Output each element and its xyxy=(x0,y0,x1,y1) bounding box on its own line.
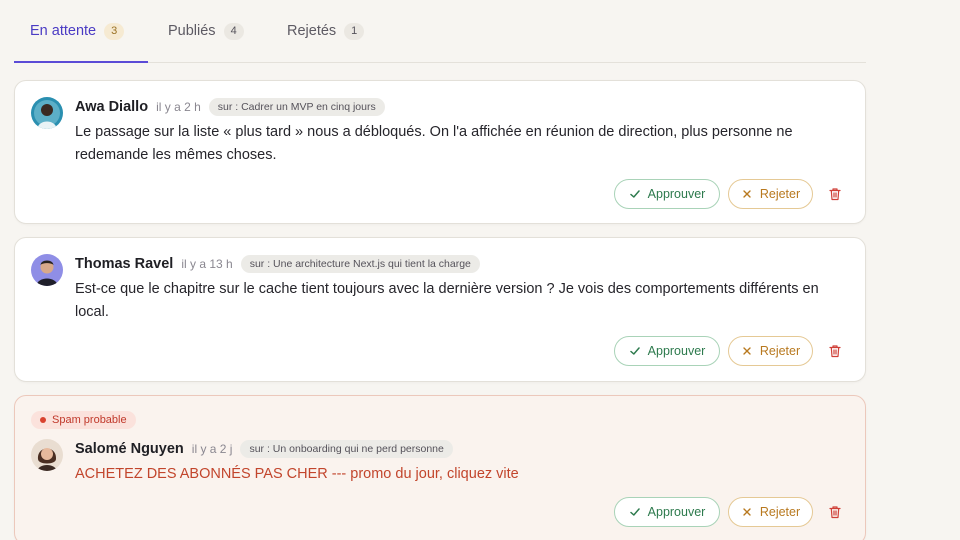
tab-published[interactable]: Publiés 4 xyxy=(148,0,268,62)
comment-text: ACHETEZ DES ABONNÉS PAS CHER --- promo d… xyxy=(75,466,519,482)
delete-button[interactable] xyxy=(821,337,849,365)
timestamp: il y a 2 j xyxy=(191,442,233,456)
x-icon xyxy=(743,508,751,516)
trash-icon xyxy=(829,188,841,201)
avatar xyxy=(31,97,63,129)
x-icon xyxy=(743,190,751,198)
timestamp: il y a 2 h xyxy=(156,100,201,114)
comment-card-spam: Spam probable Salomé Nguyen il y a 2 j s… xyxy=(14,395,866,540)
spam-badge: Spam probable xyxy=(31,411,136,429)
post-reference-chip[interactable]: sur : Cadrer un MVP en cinq jours xyxy=(208,98,385,116)
check-icon xyxy=(629,508,640,516)
author-name: Salomé Nguyen xyxy=(75,441,184,457)
spam-badge-label: Spam probable xyxy=(52,414,127,426)
status-dot xyxy=(40,417,46,423)
author-name: Awa Diallo xyxy=(75,99,149,115)
author-name: Thomas Ravel xyxy=(75,256,174,272)
tab-count-badge: 4 xyxy=(223,22,244,40)
comment-card: Awa Diallo il y a 2 h sur : Cadrer un MV… xyxy=(14,80,866,224)
approve-button[interactable]: Approuver xyxy=(614,497,720,527)
tab-count-badge: 3 xyxy=(104,22,125,40)
trash-icon xyxy=(829,506,841,519)
approve-button[interactable]: Approuver xyxy=(614,336,720,366)
comment-text: Est-ce que le chapitre sur le cache tien… xyxy=(75,281,819,320)
approve-label: Approuver xyxy=(647,344,706,358)
comment-meta: Awa Diallo il y a 2 h sur : Cadrer un MV… xyxy=(75,98,385,116)
post-reference-chip[interactable]: sur : Un onboarding qui ne perd personne xyxy=(240,440,453,458)
tab-label: En attente xyxy=(30,23,97,39)
approve-label: Approuver xyxy=(647,187,706,201)
tab-label: Publiés xyxy=(168,23,216,39)
approve-label: Approuver xyxy=(647,505,706,519)
comment-actions: Approuver Rejeter xyxy=(614,179,849,209)
tab-bar: En attente 3 Publiés 4 Rejetés 1 xyxy=(14,0,866,63)
check-icon xyxy=(629,347,640,355)
tab-pending[interactable]: En attente 3 xyxy=(14,0,148,63)
comment-text: Le passage sur la liste « plus tard » no… xyxy=(75,124,793,163)
trash-icon xyxy=(829,345,841,358)
reject-button[interactable]: Rejeter xyxy=(728,179,813,209)
approve-button[interactable]: Approuver xyxy=(614,179,720,209)
reject-label: Rejeter xyxy=(759,344,801,358)
tab-label: Rejetés xyxy=(287,23,337,39)
reject-button[interactable]: Rejeter xyxy=(728,336,813,366)
delete-button[interactable] xyxy=(821,498,849,526)
moderation-panel: En attente 3 Publiés 4 Rejetés 1 Awa Dia… xyxy=(14,0,866,540)
timestamp: il y a 13 h xyxy=(181,257,233,271)
comment-card: Thomas Ravel il y a 13 h sur : Une archi… xyxy=(14,237,866,382)
tab-count-badge: 1 xyxy=(344,22,365,40)
comment-actions: Approuver Rejeter xyxy=(614,336,849,366)
delete-button[interactable] xyxy=(821,180,849,208)
comment-actions: Approuver Rejeter xyxy=(614,497,849,527)
check-icon xyxy=(629,190,640,198)
reject-label: Rejeter xyxy=(759,187,801,201)
comment-meta: Thomas Ravel il y a 13 h sur : Une archi… xyxy=(75,255,480,273)
reject-label: Rejeter xyxy=(759,505,801,519)
reject-button[interactable]: Rejeter xyxy=(728,497,813,527)
x-icon xyxy=(743,347,751,355)
post-reference-chip[interactable]: sur : Une architecture Next.js qui tient… xyxy=(240,255,480,273)
avatar xyxy=(31,254,63,286)
comment-meta: Salomé Nguyen il y a 2 j sur : Un onboar… xyxy=(75,440,453,458)
avatar xyxy=(31,439,63,471)
tab-rejected[interactable]: Rejetés 1 xyxy=(268,0,380,62)
